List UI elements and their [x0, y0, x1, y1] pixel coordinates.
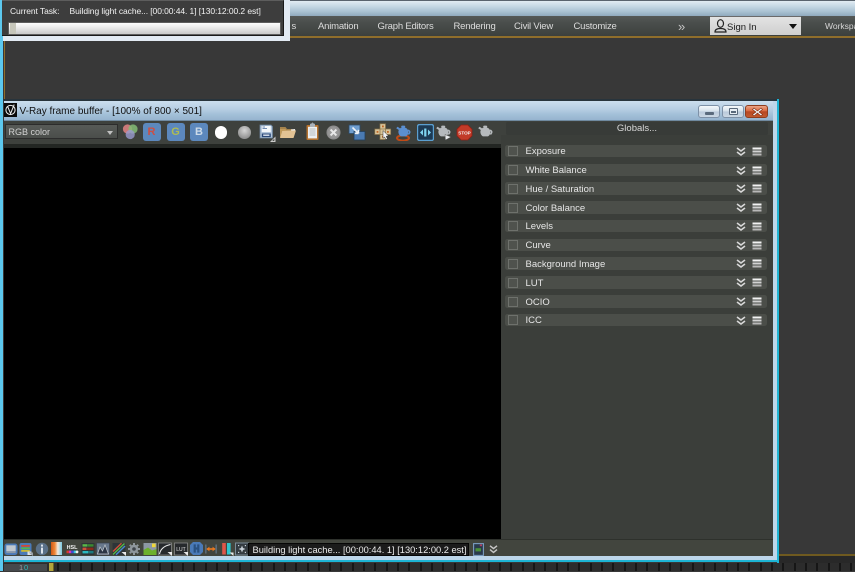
- svg-text:HSL: HSL: [67, 545, 78, 551]
- svg-text:STOP: STOP: [458, 130, 470, 135]
